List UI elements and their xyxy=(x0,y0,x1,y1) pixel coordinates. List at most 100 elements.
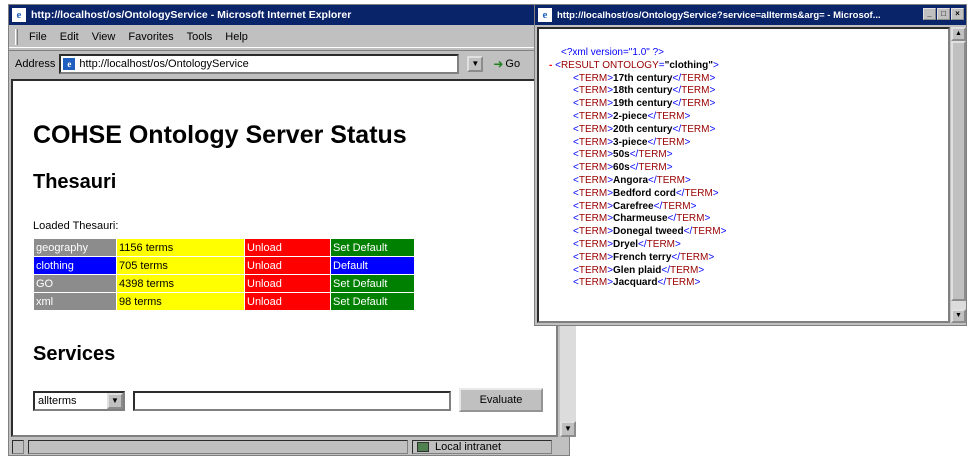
scroll-down-arrow-icon[interactable]: ▼ xyxy=(951,309,966,323)
address-dropdown-button[interactable]: ▼ xyxy=(467,55,484,72)
open-bracket: </ xyxy=(672,72,682,84)
close-bracket: > xyxy=(675,239,681,250)
open-bracket: </ xyxy=(672,85,682,97)
close-bracket: > xyxy=(709,72,716,84)
term-open-tag: TERM xyxy=(578,162,608,174)
xml-term-line: <TERM>Donegal tweed</TERM> xyxy=(573,226,726,239)
window-controls: _ □ × xyxy=(923,8,964,20)
set-default-button[interactable]: Set Default xyxy=(330,238,415,257)
thesaurus-terms: 4398 terms xyxy=(116,274,245,293)
xml-term-line: <TERM>3-piece</TERM> xyxy=(573,137,690,150)
address-input[interactable]: e http://localhost/os/OntologyService xyxy=(59,53,460,74)
term-open-tag: TERM xyxy=(578,239,608,250)
term-open-tag: TERM xyxy=(578,72,608,84)
scroll-down-arrow-icon[interactable]: ▼ xyxy=(560,421,576,437)
thesaurus-terms: 98 terms xyxy=(116,292,245,311)
close-bracket: > xyxy=(708,251,715,263)
set-default-button[interactable]: Default xyxy=(330,256,415,275)
unload-button[interactable]: Unload xyxy=(244,274,331,293)
browser-window-xml: e http://localhost/os/OntologyService?se… xyxy=(534,4,967,326)
term-value: 2-piece xyxy=(613,111,648,122)
menu-favorites[interactable]: Favorites xyxy=(128,31,173,43)
status-bar: Local intranet xyxy=(9,438,569,456)
term-close-tag: TERM xyxy=(656,136,685,148)
xml-term-line: <TERM>20th century</TERM> xyxy=(573,124,715,137)
term-value: Dryel xyxy=(613,239,639,250)
set-default-button[interactable]: Set Default xyxy=(330,274,415,293)
thesauri-table: geography 1156 terms Unload Set Default clot… xyxy=(33,238,415,311)
open-bracket: </ xyxy=(672,98,682,110)
term-value: Carefree xyxy=(613,200,654,212)
menu-help[interactable]: Help xyxy=(225,31,248,43)
open-bracket: </ xyxy=(657,277,667,289)
thesaurus-terms: 1156 terms xyxy=(116,238,245,257)
maximize-icon[interactable]: □ xyxy=(937,8,950,20)
menu-view[interactable]: View xyxy=(92,31,116,43)
window-title: http://localhost/os/OntologyService - Mi… xyxy=(31,9,352,21)
term-value: Angora xyxy=(613,175,649,186)
term-close-tag: TERM xyxy=(662,200,691,212)
term-close-tag: TERM xyxy=(676,213,705,225)
evaluate-button[interactable]: Evaluate xyxy=(459,388,543,412)
term-close-tag: TERM xyxy=(656,111,685,122)
xml-term-line: <TERM>Jacquard</TERM> xyxy=(573,277,700,290)
menu-bar: File Edit View Favorites Tools Help xyxy=(9,26,569,48)
close-bracket: > xyxy=(709,85,716,97)
term-close-tag: TERM xyxy=(638,162,667,174)
service-select[interactable]: allterms ▼ xyxy=(33,391,125,411)
menu-tools[interactable]: Tools xyxy=(187,31,213,43)
set-default-button[interactable]: Set Default xyxy=(330,292,415,311)
term-open-tag: TERM xyxy=(578,187,608,199)
term-value: Jacquard xyxy=(613,277,658,289)
scroll-up-arrow-icon[interactable]: ▲ xyxy=(951,27,966,41)
service-argument-input[interactable] xyxy=(133,391,451,411)
menu-edit[interactable]: Edit xyxy=(60,31,79,43)
menu-file[interactable]: File xyxy=(29,31,47,43)
term-close-tag: TERM xyxy=(646,239,676,250)
unload-button[interactable]: Unload xyxy=(244,292,331,311)
open-bracket: </ xyxy=(671,251,681,263)
xml-declaration: <?xml version="1.0" ?> xyxy=(561,47,664,60)
thesaurus-name: geography xyxy=(33,238,117,257)
term-open-tag: TERM xyxy=(578,213,608,225)
xml-scrollbar[interactable]: ▲ ▼ xyxy=(951,27,966,323)
close-bracket: > xyxy=(712,187,719,199)
title-bar: e http://localhost/os/OntologyService - … xyxy=(9,5,569,25)
go-button[interactable]: ➜ Go xyxy=(493,57,520,71)
close-bracket: > xyxy=(704,213,711,225)
thesauri-heading: Thesauri xyxy=(33,171,117,193)
loaded-thesauri-label: Loaded Thesauri: xyxy=(33,220,119,232)
scroll-thumb[interactable] xyxy=(951,41,966,301)
term-open-tag: TERM xyxy=(578,149,608,161)
term-value: Glen plaid xyxy=(613,264,662,276)
term-open-tag: TERM xyxy=(578,200,608,212)
close-bracket: > xyxy=(709,123,716,135)
unload-button[interactable]: Unload xyxy=(244,256,331,275)
open-bracket: </ xyxy=(648,175,657,186)
go-label: Go xyxy=(505,57,521,70)
term-value: Bedford cord xyxy=(613,187,676,199)
status-text-cell xyxy=(28,440,408,454)
service-dropdown-button[interactable]: ▼ xyxy=(107,393,123,409)
xml-term-line: <TERM>17th century</TERM> xyxy=(573,73,715,86)
term-value: 17th century xyxy=(613,72,673,84)
xml-term-line: <TERM>2-piece</TERM> xyxy=(573,111,690,124)
open-bracket: </ xyxy=(672,123,682,135)
unload-button[interactable]: Unload xyxy=(244,238,331,257)
term-close-tag: TERM xyxy=(680,251,709,263)
open-bracket: </ xyxy=(683,226,693,238)
thesaurus-name: xml xyxy=(33,292,117,311)
services-heading: Services xyxy=(33,343,116,365)
term-value: 60s xyxy=(613,162,630,174)
term-close-tag: TERM xyxy=(692,226,721,238)
close-icon[interactable]: × xyxy=(951,8,964,20)
internet-explorer-icon: e xyxy=(12,8,26,22)
page-title: COHSE Ontology Server Status xyxy=(33,121,407,149)
thesaurus-name: GO xyxy=(33,274,117,293)
open-bracket: </ xyxy=(647,136,657,148)
page-icon: e xyxy=(63,57,76,70)
close-bracket: > xyxy=(698,264,705,276)
xml-term-line: <TERM>Bedford cord</TERM> xyxy=(573,188,719,201)
minimize-icon[interactable]: _ xyxy=(923,8,936,20)
open-bracket: </ xyxy=(638,239,647,250)
